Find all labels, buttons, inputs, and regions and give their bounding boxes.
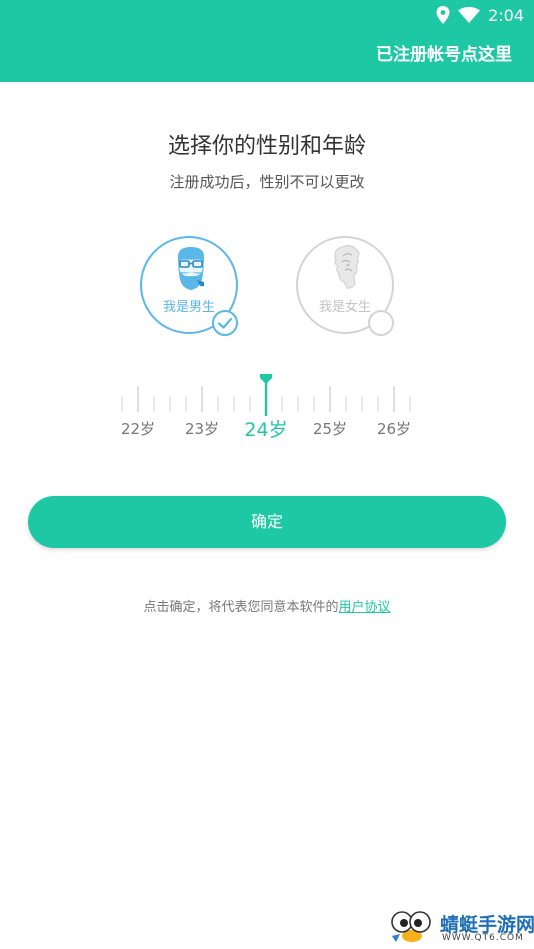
age-option[interactable]: 23岁 [177, 418, 227, 439]
status-time: 2:04 [488, 5, 524, 25]
female-unselected-radio [368, 310, 394, 336]
user-agreement-link[interactable]: 用户协议 [339, 600, 391, 615]
age-option[interactable]: 25岁 [305, 418, 355, 439]
age-option[interactable]: 26岁 [369, 418, 419, 439]
age-ruler-ticks [121, 374, 411, 416]
location-icon [436, 6, 450, 24]
page-subtitle: 注册成功后，性别不可以更改 [169, 173, 365, 191]
age-option-selected[interactable]: 24岁 [241, 415, 291, 442]
page-title: 选择你的性别和年龄 [167, 134, 366, 159]
female-avatar-icon [334, 245, 360, 289]
check-icon [217, 317, 233, 329]
header-bar: 2:04 已注册帐号点这里 [0, 0, 534, 82]
male-avatar-icon [177, 247, 205, 290]
age-indicator-marker [260, 374, 272, 384]
watermark-url: WWW.QT6.COM [442, 933, 524, 943]
site-watermark: 蜻蜓手游网 WWW.QT6.COM [386, 906, 534, 946]
male-selected-check [212, 310, 238, 336]
agreement-text: 点击确定，将代表您同意本软件的 [143, 600, 339, 615]
age-picker[interactable]: 22岁 23岁 24岁 25岁 26岁 [120, 372, 412, 452]
dragonfly-logo [391, 911, 431, 942]
confirm-button[interactable]: 确定 [28, 496, 506, 548]
status-bar: 2:04 [436, 4, 524, 26]
age-option[interactable]: 22岁 [113, 418, 163, 439]
registered-account-link[interactable]: 已注册帐号点这里 [376, 40, 512, 65]
agreement-note: 点击确定，将代表您同意本软件的用户协议 [0, 596, 534, 615]
wifi-icon [458, 7, 481, 23]
